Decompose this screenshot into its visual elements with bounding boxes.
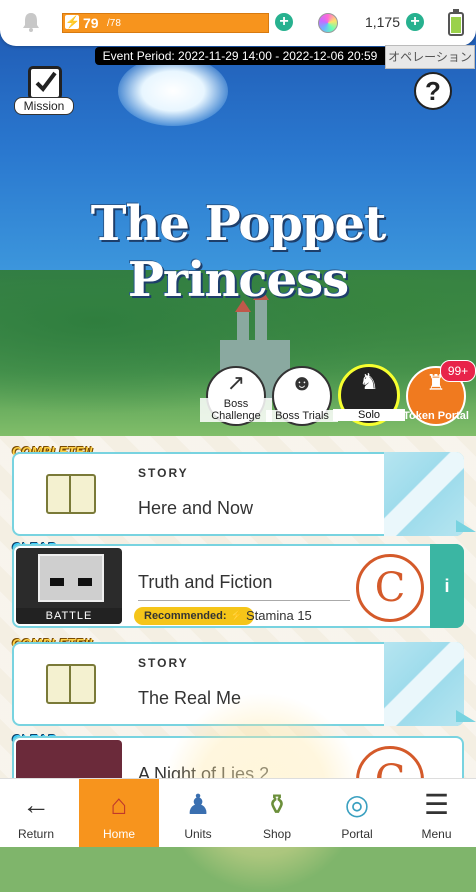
nav-home[interactable]: ⌂ Home	[79, 779, 159, 847]
chapter-card[interactable]: STORY Here and Now	[12, 452, 476, 536]
portal-icon: ◎	[344, 789, 370, 820]
boss-challenge-button[interactable]: ↗ Boss Challenge	[200, 366, 272, 426]
chapter-name: Here and Now	[138, 498, 254, 518]
bubble-tail	[456, 520, 476, 532]
stamina-label: Stamina	[246, 608, 294, 623]
recommended-badge: Recommended: ⚡	[134, 607, 254, 625]
stamina-bar: ⚡ 79 /78	[62, 13, 269, 33]
boss-portrait	[38, 554, 104, 602]
chapter-card[interactable]: BATTLE Truth and Fiction Recommended: ⚡ …	[12, 544, 464, 628]
units-icon: ♟	[185, 789, 211, 820]
chapter-card[interactable]: STORY The Real Me	[12, 642, 476, 726]
mode-buttons: ↗ Boss Challenge ☻ Boss Trials ♞ Solo ♜ …	[0, 364, 476, 434]
bubble-tail	[456, 710, 476, 722]
chapter-name: Truth and Fiction	[138, 572, 273, 592]
chapter-name: The Real Me	[138, 688, 242, 708]
back-arrow-icon: ←	[22, 789, 50, 820]
battery-icon	[448, 9, 464, 36]
home-icon: ⌂	[110, 789, 128, 820]
ribbon-decoration	[384, 642, 464, 726]
battle-label: BATTLE	[16, 608, 122, 624]
nav-menu[interactable]: ☰ Menu	[397, 779, 476, 847]
crest-icon: C	[356, 554, 424, 622]
nav-return[interactable]: ← Return	[0, 779, 72, 847]
nav-units[interactable]: ♟ Units	[159, 779, 237, 847]
nav-label: Menu	[421, 827, 452, 841]
nav-portal[interactable]: ◎ Portal	[317, 779, 397, 847]
book-icon	[46, 664, 96, 704]
checkbox-icon	[28, 66, 62, 100]
nav-label: Home	[102, 827, 135, 841]
ribbon-decoration	[384, 452, 464, 536]
boss-trials-button[interactable]: ☻ Boss Trials	[266, 366, 338, 426]
chart-up-icon: ↗	[226, 370, 246, 395]
help-button[interactable]: ?	[414, 72, 452, 110]
lightning-icon: ⚡	[65, 15, 80, 29]
knight-icon: ♞	[359, 369, 379, 394]
menu-icon: ☰	[423, 789, 450, 820]
add-gems-button[interactable]: +	[406, 13, 424, 31]
notification-badge: 99+	[440, 360, 476, 382]
shop-icon: ⚱	[265, 789, 289, 820]
mission-label: Mission	[14, 97, 74, 115]
nav-label: Shop	[262, 827, 292, 841]
demon-icon: ☻	[290, 370, 314, 395]
operation-button[interactable]: オペレーション	[385, 45, 475, 69]
bottom-nav: ← Return ⌂ Home ♟ Units ⚱ Shop ◎ Portal …	[0, 778, 476, 847]
bell-icon[interactable]	[22, 12, 40, 32]
mode-label: Solo	[333, 409, 405, 421]
nav-label: Return	[17, 827, 55, 841]
event-title: The Poppet Princess	[90, 196, 387, 308]
add-stamina-button[interactable]: +	[275, 13, 293, 31]
chapter-kind: STORY	[138, 656, 189, 670]
status-bar: ⚡ 79 /78 + 1,175 +	[0, 0, 476, 46]
mode-label: Boss Trials	[266, 410, 338, 422]
divider	[138, 600, 350, 601]
nav-label: Units	[184, 827, 212, 841]
book-icon	[46, 474, 96, 514]
mode-label: Boss Challenge	[200, 398, 272, 422]
mode-label: Token Portal	[403, 410, 469, 422]
sun	[118, 56, 228, 126]
info-button[interactable]: i	[430, 544, 464, 628]
nav-shop[interactable]: ⚱ Shop	[237, 779, 317, 847]
stamina-current: 79	[83, 15, 99, 31]
stamina-value: 15	[297, 608, 312, 623]
stamina-max: /78	[107, 18, 121, 29]
mission-button[interactable]: Mission	[14, 66, 74, 115]
solo-button[interactable]: ♞ Solo	[333, 364, 405, 426]
stamina-cost: Stamina 15	[246, 608, 312, 623]
lightning-icon: ⚡	[229, 610, 244, 622]
chapter-kind: STORY	[138, 466, 189, 480]
nav-label: Portal	[341, 827, 373, 841]
battle-thumbnail: BATTLE	[16, 548, 122, 624]
gem-count: 1,175	[364, 14, 400, 30]
gem-icon	[318, 13, 338, 33]
event-period: Event Period: 2022-11-29 14:00 - 2022-12…	[95, 47, 385, 65]
recommended-label: Recommended:	[144, 610, 227, 622]
